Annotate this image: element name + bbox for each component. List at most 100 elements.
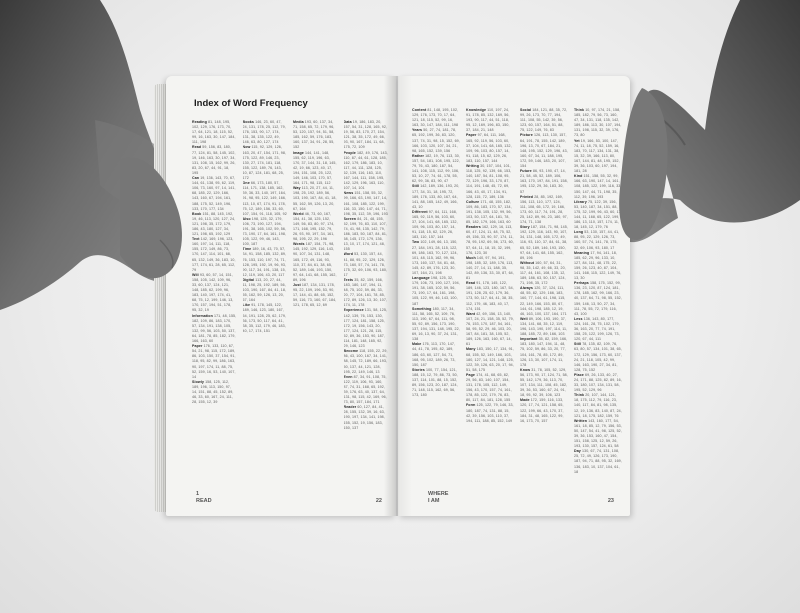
left-page-number: 22 <box>375 497 382 504</box>
index-headword: Content <box>412 108 427 112</box>
index-entry: Story 187, 154, 71, 98, 145, 192, 129, 1… <box>520 225 568 261</box>
index-headword: Printed <box>520 194 534 199</box>
index-headword: Knowledge <box>466 108 487 112</box>
index-entry: News 151, 158, 55, 32, 99, 166, 63, 190,… <box>344 191 389 216</box>
right-page: Content 81, 148, 195, 102, 129, 176, 173… <box>398 76 630 516</box>
index-entry: Writing 30, 157, 104, 101, 118, 125, 92,… <box>466 164 514 200</box>
index-headword: Time <box>242 247 252 252</box>
open-book: Index of Word Frequency Reading 81, 148,… <box>148 70 638 522</box>
index-headword: Word <box>343 252 354 257</box>
right-section-folio: WHERE I AM <box>428 491 448 504</box>
index-headword: Make <box>412 342 422 347</box>
right-index-columns: Content 81, 148, 195, 102, 129, 176, 173… <box>412 108 622 482</box>
index-headword: News <box>343 191 354 196</box>
left-index-column: Data 19, 186, 183, 20, 157, 54, 31, 128,… <box>344 120 389 494</box>
index-entry: Image 144, 141, 148, 155, 62, 119, 196, … <box>293 151 338 187</box>
index-entry: Future 86, 93, 190, 47, 14, 21, 58, 45, … <box>520 169 568 194</box>
index-page-references: 89, 106, 193, 190, 37, 134, 141, 68, 35,… <box>520 316 568 337</box>
index-page-references: 143, 160, 177, 54, 161, 18, 85, 12, 79, … <box>574 418 622 449</box>
left-index-column: Media 193, 60, 137, 34, 71, 158, 65, 72,… <box>293 120 338 494</box>
index-page-references: 144, 141, 148, 155, 62, 119, 196, 63, 17… <box>293 150 337 186</box>
index-entry: Important 35, 82, 159, 166, 183, 180, 14… <box>520 337 568 368</box>
index-headword: Read <box>466 281 476 286</box>
index-headword: Like <box>242 303 251 308</box>
index-headword: Language <box>412 276 430 281</box>
index-page-references: 30, 157, 104, 101, 118, 125, 92, 139, 66… <box>466 164 512 199</box>
index-page-references: 19, 186, 183, 20, 157, 54, 31, 128, 165,… <box>343 120 388 150</box>
index-headword: Writing <box>466 164 480 169</box>
index-page-references: 46, 73, 60, 167, 154, 41, 38, 125, 152, … <box>293 211 335 242</box>
index-entry: Word 53, 130, 157, 44, 41, 88, 95, 22, 1… <box>344 252 389 277</box>
index-headword: Media <box>293 120 304 124</box>
left-section-folio: 1 READ <box>196 491 212 504</box>
index-entry: One 66, 173, 180, 57, 114, 171, 138, 185… <box>243 181 288 217</box>
index-page-references: 35, 82, 159, 166, 183, 180, 147, 194, 11… <box>343 277 388 308</box>
index-entry: Data 19, 186, 183, 20, 157, 54, 31, 128,… <box>344 120 389 151</box>
index-entry: Make 176, 113, 170, 147, 44, 41, 78, 195… <box>412 342 460 367</box>
index-page-references: 182, 49, 176, 143, 110, 87, 44, 61, 128,… <box>343 150 388 191</box>
index-page-references: 182, 19, 76, 113, 30, 157, 54, 181, 108,… <box>412 153 460 184</box>
index-headword: Reading <box>192 120 207 124</box>
index-headword: Made <box>520 398 530 403</box>
index-headword: Different <box>412 209 428 214</box>
index-entry: Texts 35, 82, 159, 166, 183, 180, 147, 1… <box>344 278 389 309</box>
index-headword: World <box>293 211 304 216</box>
index-entry: Made 172, 159, 116, 133, 120, 17, 74, 12… <box>520 398 568 423</box>
index-entry: Less 136, 143, 80, 177, 124, 161, 28, 75… <box>574 317 622 342</box>
index-headword: Paper <box>466 133 477 138</box>
index-page-references: 97, 64, 111, 168, 165, 92, 119, 56, 103,… <box>466 133 512 163</box>
index-page-references: 28, 85, 192, 169, 156, 113, 110, 177, 12… <box>520 194 568 225</box>
index-entry: Place 69, 26, 133, 40, 27, 24, 171, 88, … <box>574 373 622 393</box>
index-entry: Even 87, 34, 91, 108, 75, 122, 119, 106,… <box>344 375 389 406</box>
index-headword: Texts <box>343 277 354 282</box>
index-entry: World 46, 73, 60, 167, 154, 41, 38, 125,… <box>293 212 338 243</box>
index-headword: Become <box>343 349 359 354</box>
index-entry: Language 198, 125, 32, 179, 106, 73, 190… <box>412 276 460 307</box>
index-page-references: 171, 48, 155, 182, 109, 86, 183, 170, 57… <box>192 313 237 344</box>
index-headword: Culture <box>466 199 480 204</box>
index-headword: One <box>242 181 250 186</box>
index-page-references: 100, 77, 154, 121, 188, 15, 12, 79, 86, … <box>412 367 458 398</box>
index-headword: Stories <box>412 367 425 372</box>
index-entry: Time 189, 16, 43, 70, 57, 34, 91, 158, 1… <box>243 247 288 278</box>
index-entry: Different 97, 64, 111, 168, 165, 92, 119… <box>412 210 460 241</box>
index-entry: Readers 162, 129, 16, 113, 60, 47, 124, … <box>466 225 514 256</box>
index-entry: Screen 84, 21, 48, 155, 52, 199, 76, 83,… <box>344 217 389 253</box>
index-headword: Future <box>520 169 532 174</box>
index-entry: Content 81, 148, 195, 102, 129, 176, 173… <box>412 108 460 128</box>
index-page-references: 84, 21, 48, 155, 52, 199, 76, 83, 110, 1… <box>343 216 388 252</box>
index-entry: Perhaps 158, 175, 152, 99, 136, 23, 120,… <box>574 281 622 317</box>
index-entry: Page 174, 41, 68, 65, 82, 29, 56, 83, 14… <box>466 373 514 404</box>
index-headword: Screen <box>343 216 357 221</box>
index-headword: Picture <box>520 133 533 138</box>
index-entry: Just 187, 134, 131, 178, 95, 22, 109, 19… <box>293 283 338 308</box>
index-page-references: 102, 149, 66, 13, 150, 27, 184, 191, 28,… <box>412 240 458 275</box>
index-page-references: 162, 129, 16, 113, 60, 47, 124, 11, 48, … <box>466 225 514 255</box>
index-headword: Readers <box>466 225 481 230</box>
index-page-references: 193, 60, 137, 34, 71, 158, 65, 72, 179, … <box>293 120 335 150</box>
index-entry: Day 130, 67, 74, 131, 108, 25, 72, 49, 1… <box>574 449 622 474</box>
index-entry: Much 140, 97, 94, 191, 198, 185, 32, 189… <box>466 256 514 281</box>
index-headword: Know <box>520 367 531 372</box>
index-page-references: 198, 125, 32, 179, 106, 73, 190, 127, 19… <box>412 276 460 306</box>
index-headword: Want <box>466 311 476 316</box>
index-headword: Story <box>520 225 530 230</box>
index-entry: Knowledge 110, 197, 24, 91, 178, 85, 132… <box>466 108 514 133</box>
index-headword: Paper <box>192 344 203 349</box>
index-entry: Still 78, 135, 82, 109, 76, 63, 80, 57, … <box>574 342 622 373</box>
index-headword: Many <box>466 347 476 352</box>
index-headword: Image <box>293 150 304 155</box>
index-page-references: 115, 92, 129, 126, 163, 20, 47, 154, 171… <box>242 145 287 181</box>
index-entry: Want 42, 69, 156, 13, 140, 107, 24, 21, … <box>466 312 514 348</box>
index-entry: Think 20, 107, 144, 121, 18, 175, 112, 7… <box>574 393 622 418</box>
right-index-column: Content 81, 148, 195, 102, 129, 176, 173… <box>412 108 460 482</box>
index-headword: Well <box>520 316 528 321</box>
index-page-references: 31, 78, 105, 52, 129, 56, 173, 90, 17, 1… <box>520 367 568 398</box>
index-headword: Books <box>242 120 254 124</box>
index-entry: Digital 113, 20, 27, 44, 11, 198, 25, 19… <box>243 278 288 303</box>
index-entry: Meaning 17, 94, 141, 18, 185, 62, 29, 96… <box>574 251 622 282</box>
index-entry: Become 118, 155, 22, 29, 86, 43, 100, 16… <box>344 349 389 374</box>
index-headword: Way <box>293 186 301 191</box>
index-title: Index of Word Frequency <box>194 98 308 109</box>
index-headword: Less <box>574 316 583 321</box>
